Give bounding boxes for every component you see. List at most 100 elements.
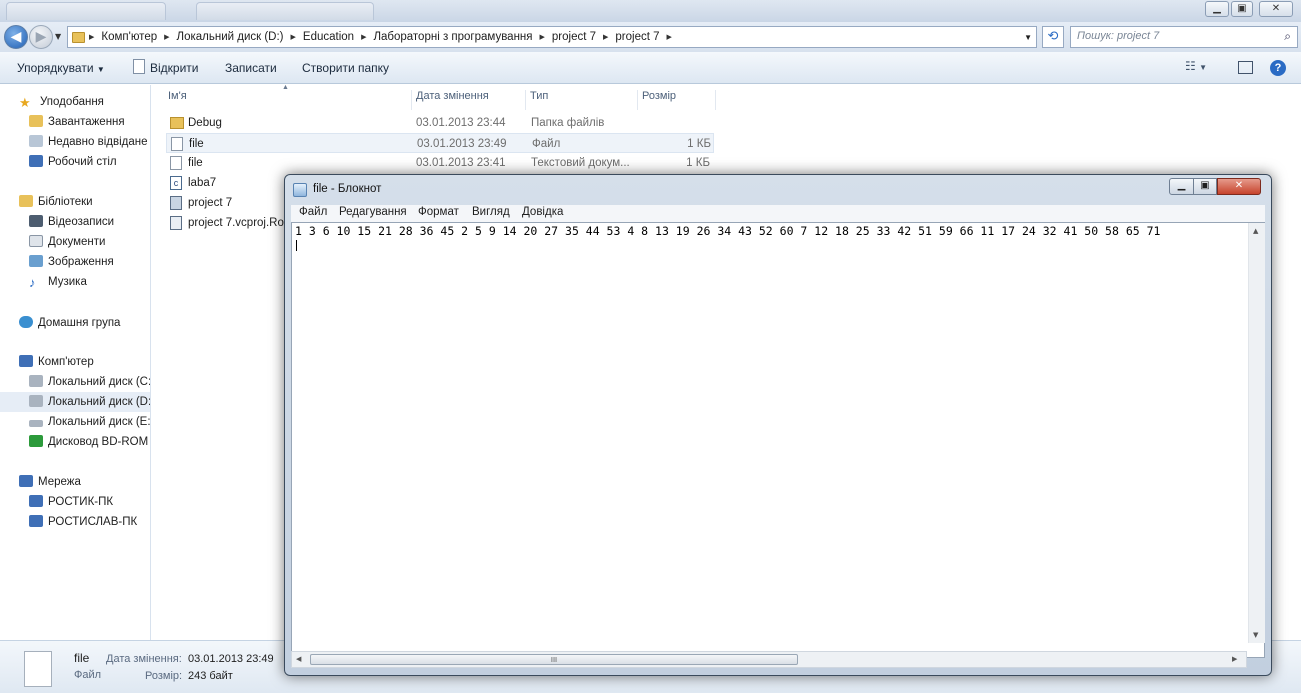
- refresh-button[interactable]: ⟲: [1042, 26, 1064, 48]
- sidebar-item-label: Локальний диск (E:: [48, 416, 151, 428]
- maximize-button[interactable]: ▣: [1193, 178, 1217, 195]
- search-input[interactable]: Пошук: project 7 ⌕: [1070, 26, 1298, 48]
- scrollbar-thumb[interactable]: III: [310, 654, 798, 665]
- sidebar-homegroup[interactable]: Домашня група: [0, 313, 150, 333]
- computer-icon: [19, 355, 33, 367]
- text-file-icon: [170, 156, 182, 170]
- computer-icon: [29, 495, 43, 507]
- scroll-up-icon[interactable]: ▲: [1253, 227, 1258, 235]
- file-name: project 7: [188, 197, 233, 209]
- minimize-button[interactable]: ▁: [1205, 1, 1229, 17]
- sidebar-libraries[interactable]: Бібліотеки: [0, 192, 150, 212]
- chevron-down-icon: ▼: [96, 65, 105, 74]
- file-row[interactable]: Debug 03.01.2013 23:44 Папка файлів: [166, 113, 714, 133]
- column-header-type[interactable]: Тип: [526, 90, 638, 110]
- vertical-scrollbar[interactable]: ▲ ▼: [1248, 223, 1265, 643]
- breadcrumb-item[interactable]: project 7: [547, 31, 601, 43]
- music-icon: ♪: [29, 275, 36, 290]
- column-header-size[interactable]: Розмір: [638, 90, 716, 110]
- file-date: 03.01.2013 23:41: [416, 157, 506, 169]
- details-date-label: Дата змінення:: [106, 653, 182, 665]
- breadcrumb-item[interactable]: Лабораторні з програмування: [368, 31, 537, 43]
- menu-file[interactable]: Файл: [299, 206, 327, 218]
- address-bar[interactable]: ▶ Комп'ютер ▶ Локальний диск (D:) ▶ Educ…: [67, 26, 1037, 48]
- drive-icon: [29, 395, 43, 407]
- close-button[interactable]: ✕: [1217, 178, 1261, 195]
- minimize-button[interactable]: ▁: [1169, 178, 1194, 195]
- sidebar-item-bd-rom[interactable]: Дисковод BD-ROM: [0, 432, 150, 452]
- sidebar-item-label: Робочий стіл: [48, 156, 117, 168]
- preview-pane-icon[interactable]: [1238, 61, 1253, 74]
- sidebar-item-documents[interactable]: Документи: [0, 232, 150, 252]
- sidebar-item-music[interactable]: ♪ Музика: [0, 272, 150, 292]
- sidebar-item-downloads[interactable]: Завантаження: [0, 112, 150, 132]
- column-header-label: Дата змінення: [416, 90, 489, 102]
- new-folder-button[interactable]: Створити папку: [302, 61, 389, 75]
- search-icon[interactable]: ⌕: [1284, 29, 1291, 44]
- breadcrumb-item[interactable]: Education: [298, 31, 359, 43]
- sidebar-item-drive-e[interactable]: Локальний диск (E:: [0, 412, 151, 432]
- breadcrumb-item[interactable]: project 7: [610, 31, 664, 43]
- sidebar-favorites[interactable]: ★ Уподобання: [0, 92, 150, 112]
- column-header-name[interactable]: Ім'я ▲: [164, 84, 412, 110]
- sidebar-item-label: Дисковод BD-ROM: [48, 436, 149, 448]
- forward-button[interactable]: ▶: [29, 25, 53, 49]
- recent-pages-icon[interactable]: ▼: [55, 32, 61, 41]
- horizontal-scrollbar[interactable]: ◀ III ▶: [291, 651, 1247, 668]
- sidebar-item-network-pc[interactable]: РОСТИК-ПК: [0, 492, 150, 512]
- details-size-label: Розмір:: [145, 670, 183, 682]
- close-button[interactable]: ✕: [1259, 1, 1293, 17]
- column-header-date[interactable]: Дата змінення: [412, 90, 526, 110]
- sidebar-item-drive-c[interactable]: Локальний диск (C:: [0, 372, 151, 392]
- sidebar-network[interactable]: Мережа: [0, 472, 150, 492]
- sidebar-computer[interactable]: Комп'ютер: [0, 352, 150, 372]
- scroll-left-icon[interactable]: ◀: [296, 655, 301, 663]
- file-name: file: [188, 157, 203, 169]
- file-size: 1 КБ: [687, 138, 711, 150]
- sidebar-item-label: Документи: [48, 236, 106, 248]
- details-file-name: file: [74, 651, 90, 665]
- open-icon: [133, 59, 145, 74]
- sidebar-item-recent[interactable]: Недавно відвідане: [0, 132, 150, 152]
- menu-edit[interactable]: Редагування: [339, 206, 407, 218]
- menu-view[interactable]: Вигляд: [472, 206, 510, 218]
- sidebar-item-label: РОСТИСЛАВ-ПК: [48, 516, 138, 528]
- c-source-icon: c: [170, 176, 182, 190]
- details-date-value: 03.01.2013 23:49: [188, 653, 274, 665]
- project-icon: [170, 196, 182, 210]
- menu-format[interactable]: Формат: [418, 206, 459, 218]
- file-name: Debug: [188, 117, 222, 129]
- sidebar-header-label: Бібліотеки: [38, 196, 93, 208]
- notepad-text-area[interactable]: 1 3 6 10 15 21 28 36 45 2 5 9 14 20 27 3…: [291, 222, 1265, 658]
- pictures-icon: [29, 255, 43, 267]
- breadcrumb-item[interactable]: Локальний диск (D:): [172, 31, 289, 43]
- scroll-right-icon[interactable]: ▶: [1232, 655, 1237, 663]
- burn-button[interactable]: Записати: [225, 61, 277, 75]
- file-row[interactable]: file 03.01.2013 23:49 Файл 1 КБ: [166, 133, 714, 153]
- sidebar-item-desktop[interactable]: Робочий стіл: [0, 152, 150, 172]
- help-icon[interactable]: ?: [1270, 60, 1286, 76]
- chevron-right-icon: ▶: [666, 34, 672, 41]
- view-options-icon[interactable]: ☷ ▼: [1185, 59, 1207, 73]
- organize-label: Упорядкувати: [17, 61, 94, 75]
- maximize-button[interactable]: ▣: [1231, 1, 1253, 17]
- sidebar-item-label: Локальний диск (C:: [48, 376, 151, 388]
- sidebar-item-drive-d[interactable]: Локальний диск (D:: [0, 392, 150, 412]
- sidebar-item-network-pc[interactable]: РОСТИСЛАВ-ПК: [0, 512, 150, 532]
- navigation-pane: ★ Уподобання Завантаження Недавно відвіда…: [0, 85, 151, 640]
- menu-help[interactable]: Довідка: [522, 206, 563, 218]
- background-tab: [6, 2, 166, 20]
- open-button[interactable]: Відкрити: [150, 61, 199, 75]
- chevron-down-icon[interactable]: ▼: [1024, 33, 1032, 42]
- scroll-down-icon[interactable]: ▼: [1253, 631, 1258, 639]
- breadcrumb-item[interactable]: Комп'ютер: [96, 31, 162, 43]
- text-caret: [296, 240, 297, 251]
- chevron-right-icon: ▶: [361, 34, 367, 41]
- organize-button[interactable]: Упорядкувати ▼: [17, 61, 105, 75]
- notepad-window[interactable]: file - Блокнот ▁ ▣ ✕ Файл Редагування Фо…: [284, 174, 1272, 676]
- file-row[interactable]: file 03.01.2013 23:41 Текстовий докум...…: [166, 153, 714, 173]
- file-type: Текстовий докум...: [531, 157, 630, 169]
- sidebar-item-pictures[interactable]: Зображення: [0, 252, 150, 272]
- sidebar-item-videos[interactable]: Відеозаписи: [0, 212, 150, 232]
- back-button[interactable]: ◀: [4, 25, 28, 49]
